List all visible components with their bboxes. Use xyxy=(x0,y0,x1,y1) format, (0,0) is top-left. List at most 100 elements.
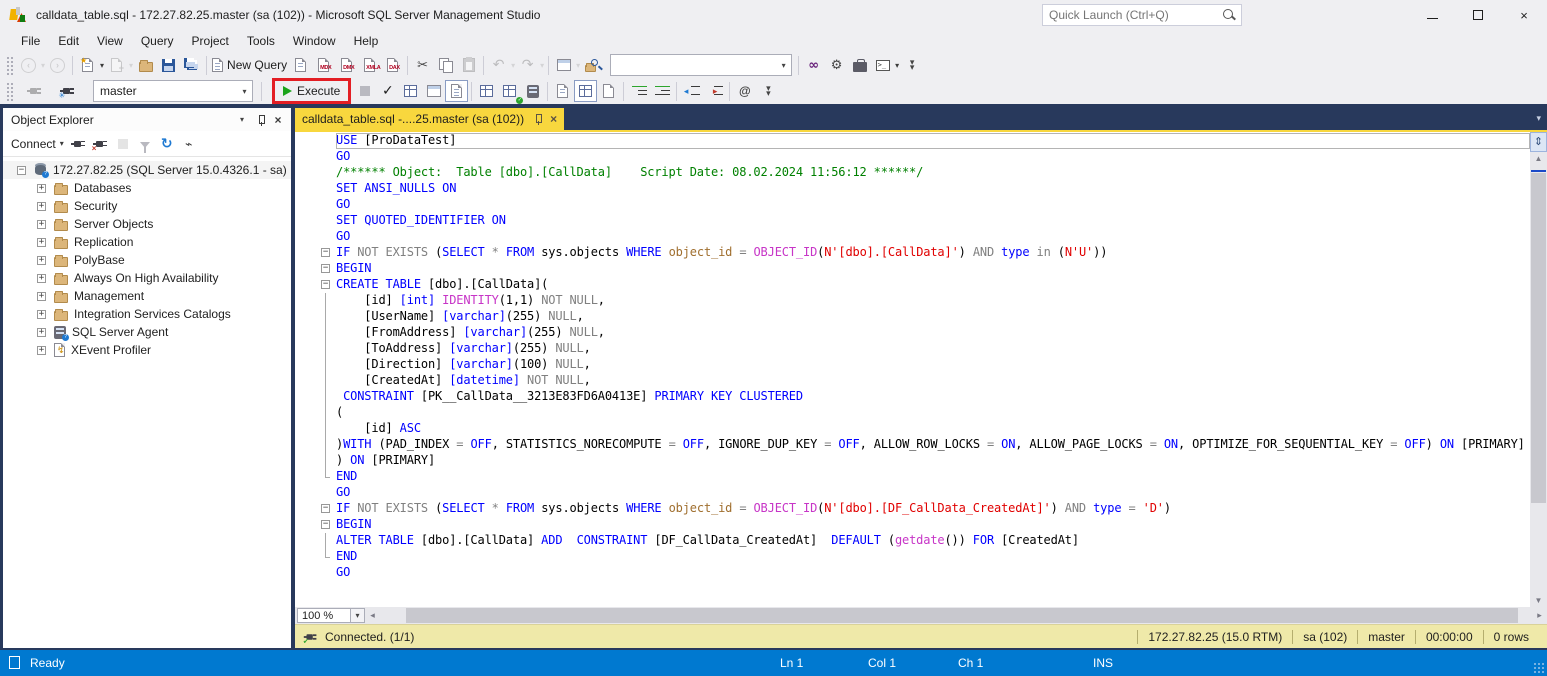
zoom-caret[interactable]: ▾ xyxy=(351,608,365,623)
code-line-text[interactable]: GO xyxy=(336,197,1530,213)
code-editor[interactable]: USE [ProDataTest] GO/****** Object: Table… xyxy=(295,132,1547,607)
database-engine-query-button[interactable] xyxy=(289,54,312,76)
code-line[interactable]: ALTER TABLE [dbo].[CallData] ADD CONSTRA… xyxy=(295,533,1530,549)
cancel-query-button[interactable] xyxy=(353,80,376,102)
status-char[interactable]: Ch 1 xyxy=(958,656,983,670)
code-line[interactable]: SET ANSI_NULLS ON xyxy=(295,181,1530,197)
expander-icon[interactable]: + xyxy=(37,201,46,211)
code-line[interactable]: GO xyxy=(295,197,1530,213)
code-line-text[interactable]: [UserName] [varchar](255) NULL, xyxy=(336,309,1530,325)
code-line-text[interactable]: ) ON [PRIMARY] xyxy=(336,453,1530,469)
code-line[interactable]: − BEGIN xyxy=(295,517,1530,533)
expander-icon[interactable]: + xyxy=(37,327,46,337)
document-list-caret[interactable]: ▾ xyxy=(1536,113,1541,124)
uncomment-button[interactable] xyxy=(650,80,673,102)
menu-file[interactable]: File xyxy=(12,31,49,51)
code-line[interactable]: END xyxy=(295,469,1530,485)
code-line-text[interactable]: [id] ASC xyxy=(336,421,1530,437)
dax-query-button[interactable]: DAX xyxy=(381,54,404,76)
menu-help[interactable]: Help xyxy=(345,31,388,51)
include-actual-plan-button[interactable] xyxy=(475,80,498,102)
toolbar2-overflow-button[interactable]: ▾ ▾ xyxy=(756,80,779,102)
navigate-forward-button[interactable]: › xyxy=(46,54,69,76)
toolbar-overflow-button[interactable]: ▾ ▾ xyxy=(900,54,923,76)
parse-button[interactable]: ✓ xyxy=(376,80,399,102)
code-line-text[interactable]: CREATE TABLE [dbo].[CallData]( xyxy=(336,277,1530,293)
code-line-text[interactable]: ALTER TABLE [dbo].[CallData] ADD CONSTRA… xyxy=(336,533,1530,549)
expander-icon[interactable]: + xyxy=(37,219,46,229)
decrease-indent-button[interactable]: ◂ xyxy=(680,80,703,102)
splitter-handle[interactable]: ⇕ xyxy=(1530,132,1547,152)
expander-icon[interactable]: + xyxy=(37,273,46,283)
code-line-text[interactable]: IF NOT EXISTS (SELECT * FROM sys.objects… xyxy=(336,501,1530,517)
code-line-text[interactable]: END xyxy=(336,549,1530,565)
database-combobox-caret[interactable]: ▾ xyxy=(237,81,252,101)
code-line[interactable]: ) ON [PRIMARY] xyxy=(295,453,1530,469)
code-line[interactable]: [CreatedAt] [datetime] NOT NULL, xyxy=(295,373,1530,389)
expander-icon[interactable]: + xyxy=(37,183,46,193)
code-line[interactable]: [UserName] [varchar](255) NULL, xyxy=(295,309,1530,325)
code-line[interactable]: [ToAddress] [varchar](255) NULL, xyxy=(295,341,1530,357)
comment-button[interactable] xyxy=(627,80,650,102)
code-line-text[interactable]: USE [ProDataTest] xyxy=(336,133,1530,149)
code-line-text[interactable]: GO xyxy=(336,485,1530,501)
connect-dropdown-button[interactable]: Connect ▾ xyxy=(9,133,67,155)
code-line[interactable]: CONSTRAINT [PK__CallData__3213E83FD6A041… xyxy=(295,389,1530,405)
code-line[interactable]: − CREATE TABLE [dbo].[CallData]( xyxy=(295,277,1530,293)
code-line-text[interactable]: GO xyxy=(336,229,1530,245)
oe-filter-button[interactable] xyxy=(135,133,155,155)
panel-pin-button[interactable] xyxy=(251,111,269,129)
code-line-text[interactable]: )WITH (PAD_INDEX = OFF, STATISTICS_NOREC… xyxy=(336,437,1530,453)
code-line[interactable]: GO xyxy=(295,485,1530,501)
status-line[interactable]: Ln 1 xyxy=(780,656,803,670)
tree-item-xevent-profiler[interactable]: + ↯ XEvent Profiler xyxy=(3,341,291,359)
tree-item-security[interactable]: + Security xyxy=(3,197,291,215)
cut-button[interactable]: ✂ xyxy=(411,54,434,76)
find-in-files-button[interactable] xyxy=(581,54,604,76)
connect-button[interactable] xyxy=(23,80,46,102)
execute-button[interactable]: Execute xyxy=(277,80,346,102)
minimize-button[interactable] xyxy=(1409,0,1455,30)
new-project-button[interactable]: ★ xyxy=(76,54,99,76)
mdx-query-button[interactable]: MDX xyxy=(312,54,335,76)
code-line[interactable]: [FromAddress] [varchar](255) NULL, xyxy=(295,325,1530,341)
customize-button[interactable]: ⚙ xyxy=(825,54,848,76)
xmla-query-button[interactable]: XMLA xyxy=(358,54,381,76)
tab-pin-icon[interactable] xyxy=(531,113,543,125)
vs-integration-button[interactable]: ∞ xyxy=(802,54,825,76)
code-line[interactable]: − IF NOT EXISTS (SELECT * FROM sys.object… xyxy=(295,245,1530,261)
scroll-left-arrow[interactable]: ◂ xyxy=(365,610,380,621)
tree-item-server[interactable]: −? 172.27.82.25 (SQL Server 15.0.4326.1 -… xyxy=(3,161,291,179)
code-line-text[interactable]: [FromAddress] [varchar](255) NULL, xyxy=(336,325,1530,341)
scroll-down-arrow[interactable]: ▼ xyxy=(1530,596,1547,605)
code-line-text[interactable]: CONSTRAINT [PK__CallData__3213E83FD6A041… xyxy=(336,389,1530,405)
code-line-text[interactable]: END xyxy=(336,469,1530,485)
tree-item-always-on-high-availability[interactable]: + Always On High Availability xyxy=(3,269,291,287)
code-line[interactable]: [id] [int] IDENTITY(1,1) NOT NULL, xyxy=(295,293,1530,309)
results-to-text-button[interactable] xyxy=(551,80,574,102)
menu-tools[interactable]: Tools xyxy=(238,31,284,51)
code-line[interactable]: ( xyxy=(295,405,1530,421)
code-line[interactable]: SET QUOTED_IDENTIFIER ON xyxy=(295,213,1530,229)
undo-button[interactable]: ↶ xyxy=(487,54,510,76)
estimated-plan-button[interactable] xyxy=(399,80,422,102)
maximize-button[interactable] xyxy=(1455,0,1501,30)
expander-icon[interactable]: + xyxy=(37,291,46,301)
close-button[interactable]: × xyxy=(1501,0,1547,30)
expander-icon[interactable]: + xyxy=(37,309,46,319)
save-all-button[interactable] xyxy=(180,54,203,76)
code-line-text[interactable]: BEGIN xyxy=(336,261,1530,277)
code-line-text[interactable]: GO xyxy=(336,149,1530,165)
code-line-text[interactable]: ( xyxy=(336,405,1530,421)
horizontal-scrollbar[interactable] xyxy=(380,607,1532,624)
oe-disconnect-button[interactable]: × xyxy=(91,133,111,155)
find-combobox-caret[interactable]: ▾ xyxy=(776,55,791,75)
code-line[interactable]: /****** Object: Table [dbo].[CallData] S… xyxy=(295,165,1530,181)
collapse-box-icon[interactable]: − xyxy=(321,264,330,273)
code-line[interactable]: )WITH (PAD_INDEX = OFF, STATISTICS_NOREC… xyxy=(295,437,1530,453)
tree-item-polybase[interactable]: + PolyBase xyxy=(3,251,291,269)
expander-icon[interactable]: + xyxy=(37,345,46,355)
tree-item-replication[interactable]: + Replication xyxy=(3,233,291,251)
collapse-box-icon[interactable]: − xyxy=(321,248,330,257)
menu-query[interactable]: Query xyxy=(132,31,183,51)
